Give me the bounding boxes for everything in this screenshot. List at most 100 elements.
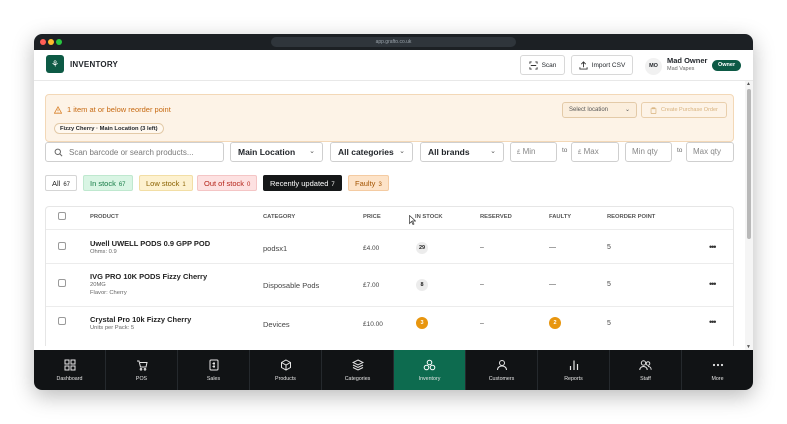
user-shop: Mad Vapes: [667, 66, 695, 72]
bottom-navigation: Dashboard POS Sales Products Categories …: [34, 350, 753, 390]
search-input[interactable]: Scan barcode or search products...: [45, 142, 224, 162]
tab-in-stock[interactable]: In stock 67: [83, 175, 133, 191]
nav-inventory[interactable]: Inventory: [394, 350, 466, 390]
product-name[interactable]: IVG PRO 10K PODS Fizzy Cherry: [90, 272, 207, 281]
min-price-input[interactable]: £ Min: [510, 142, 557, 162]
reorder-alert: 1 item at or below reorder point Fizzy C…: [45, 94, 734, 142]
header-reserved[interactable]: RESERVED: [480, 214, 512, 220]
scan-button[interactable]: Scan: [520, 55, 565, 75]
import-csv-label: Import CSV: [591, 61, 626, 69]
nav-reports[interactable]: Reports: [538, 350, 610, 390]
max-qty-input[interactable]: Max qty: [686, 142, 734, 162]
header-price[interactable]: PRICE: [363, 214, 381, 220]
inventory-table: PRODUCT CATEGORY PRICE IN STOCK RESERVED…: [45, 206, 734, 346]
tab-recently-updated-count: 7: [331, 182, 335, 188]
min-price-placeholder: Min: [522, 147, 536, 156]
tab-recently-updated[interactable]: Recently updated 7: [263, 175, 342, 191]
product-variant: Units per Pack: 5: [90, 325, 135, 331]
nav-dashboard[interactable]: Dashboard: [34, 350, 106, 390]
person-icon: [496, 360, 507, 371]
tab-low-stock[interactable]: Low stock 1: [139, 175, 193, 191]
row-actions-button[interactable]: •••: [709, 317, 717, 327]
search-icon: [54, 148, 63, 156]
min-qty-placeholder: Min qty: [632, 147, 658, 156]
nav-label: POS: [135, 376, 148, 382]
currency-symbol: £: [517, 150, 521, 156]
tab-out-of-stock[interactable]: Out of stock 0: [197, 175, 258, 191]
header-in-stock[interactable]: IN STOCK: [415, 214, 443, 220]
location-select[interactable]: Main Location ⌄: [230, 142, 323, 162]
tab-low-stock-count: 1: [182, 182, 186, 188]
filter-bar: Scan barcode or search products... Main …: [45, 142, 753, 162]
tab-all[interactable]: All 67: [45, 175, 78, 191]
people-icon: [639, 360, 652, 371]
close-window-button[interactable]: [40, 39, 46, 45]
header-category[interactable]: CATEGORY: [263, 214, 295, 220]
reserved-value: –: [480, 320, 484, 327]
product-flavor: Flavor: Cherry: [90, 290, 127, 296]
max-price-input[interactable]: £ Max: [571, 142, 619, 162]
tab-all-count: 67: [63, 182, 71, 188]
nav-staff[interactable]: Staff: [610, 350, 682, 390]
category-select[interactable]: All categories ⌄: [330, 142, 413, 162]
low-stock-item-chip[interactable]: Fizzy Cherry · Main Location (3 left): [54, 123, 164, 134]
chevron-down-icon: ⌄: [624, 107, 630, 113]
create-purchase-order-button[interactable]: Create Purchase Order: [641, 102, 727, 118]
min-qty-input[interactable]: Min qty: [625, 142, 672, 162]
row-checkbox[interactable]: [58, 317, 66, 325]
import-csv-button[interactable]: Import CSV: [571, 55, 633, 75]
minimize-window-button[interactable]: [48, 39, 54, 45]
location-value: Main Location: [238, 147, 296, 157]
nav-label: Reports: [564, 376, 583, 382]
table-row[interactable]: IVG PRO 10K PODS Fizzy Cherry 20MG Flavo…: [46, 263, 733, 306]
row-checkbox[interactable]: [58, 242, 66, 250]
tab-faulty[interactable]: Faulty 3: [348, 175, 389, 191]
scroll-up-arrow[interactable]: ▲: [746, 81, 751, 87]
box-icon: [280, 359, 291, 371]
tab-out-of-stock-count: 0: [247, 182, 251, 188]
search-placeholder: Scan barcode or search products...: [69, 147, 194, 157]
alert-title-row: 1 item at or below reorder point: [54, 105, 171, 114]
product-price: £7.00: [363, 282, 380, 289]
create-purchase-order-label: Create Purchase Order: [661, 107, 718, 113]
row-actions-button[interactable]: •••: [709, 279, 717, 289]
scan-button-label: Scan: [541, 61, 557, 69]
address-bar[interactable]: app.grafto.co.uk: [271, 37, 516, 47]
header-faulty[interactable]: FAULTY: [549, 214, 571, 220]
scrollbar[interactable]: ▲ ▼: [745, 81, 753, 350]
scan-icon: [529, 60, 538, 70]
row-checkbox[interactable]: [58, 279, 66, 287]
scrollbar-thumb[interactable]: [747, 89, 751, 239]
avatar[interactable]: MO: [645, 58, 662, 75]
select-all-checkbox[interactable]: [58, 212, 66, 220]
product-price: £4.00: [363, 245, 380, 252]
product-name[interactable]: Crystal Pro 10k Fizzy Cherry: [90, 315, 191, 324]
reorder-point-value: 5: [607, 244, 611, 251]
nav-categories[interactable]: Categories: [322, 350, 394, 390]
row-actions-button[interactable]: •••: [709, 242, 717, 252]
header-product[interactable]: PRODUCT: [90, 214, 119, 220]
product-category: podsx1: [263, 244, 288, 253]
brand-select[interactable]: All brands ⌄: [420, 142, 504, 162]
alert-title: 1 item at or below reorder point: [67, 105, 171, 114]
nav-sales[interactable]: Sales: [178, 350, 250, 390]
faulty-value: —: [549, 244, 556, 251]
product-name[interactable]: Uwell UWELL PODS 0.9 GPP POD: [90, 239, 210, 248]
tab-low-stock-label: Low stock: [146, 179, 180, 188]
nav-label: Sales: [206, 376, 221, 382]
role-badge: Owner: [712, 60, 742, 71]
table-row[interactable]: Crystal Pro 10k Fizzy Cherry Units per P…: [46, 306, 733, 346]
nav-more[interactable]: More: [682, 350, 753, 390]
header-reorder-point[interactable]: REORDER POINT: [607, 214, 655, 220]
receipt-icon: [209, 359, 218, 371]
grid-icon: [64, 359, 75, 371]
nav-products[interactable]: Products: [250, 350, 322, 390]
maximize-window-button[interactable]: [56, 39, 62, 45]
upload-icon: [579, 60, 588, 70]
table-row[interactable]: Uwell UWELL PODS 0.9 GPP POD Ohms: 0.9 p…: [46, 229, 733, 263]
select-location-dropdown[interactable]: Select location ⌄: [562, 102, 637, 118]
nav-pos[interactable]: POS: [106, 350, 178, 390]
tab-faulty-count: 3: [378, 182, 382, 188]
nav-customers[interactable]: Customers: [466, 350, 538, 390]
product-category: Devices: [263, 320, 290, 329]
